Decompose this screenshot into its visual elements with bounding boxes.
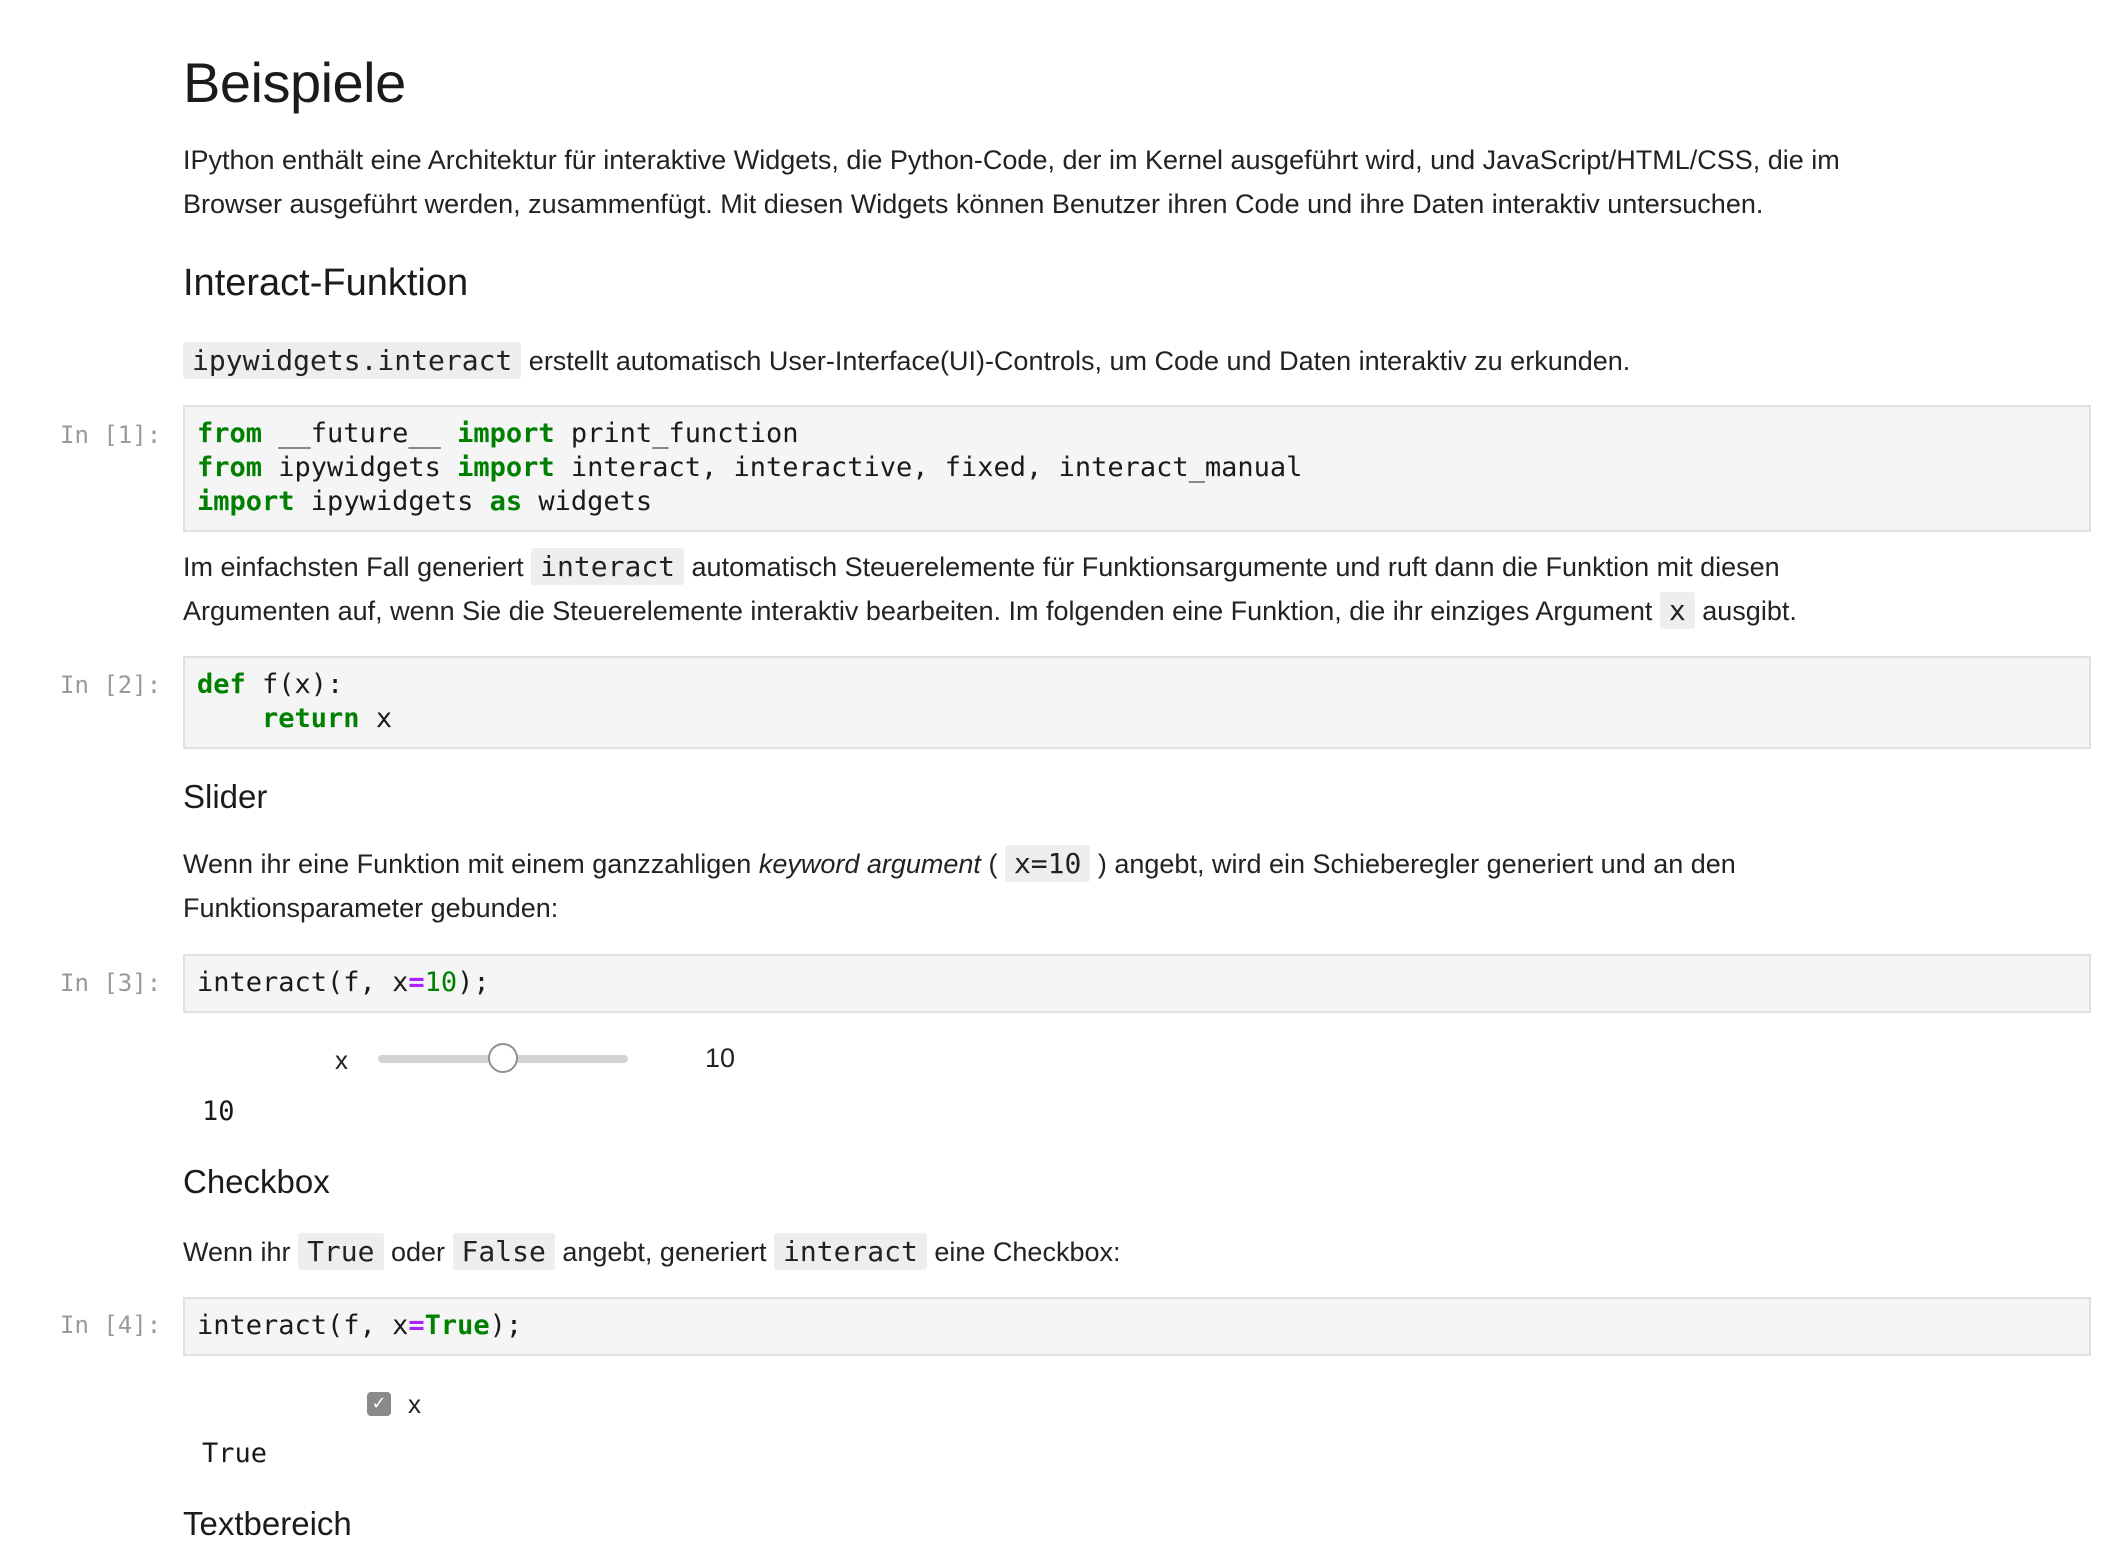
cell-prompt: In [2]: — [60, 671, 172, 699]
checkbox-description: Wenn ihr True oder False angebt, generie… — [183, 1230, 2053, 1274]
slider-heading: Slider — [183, 778, 2053, 816]
interact-explanation: Im einfachsten Fall generiert interact a… — [183, 545, 2053, 633]
textarea-heading: Textbereich — [183, 1505, 2053, 1543]
number-literal: 10 — [425, 967, 458, 998]
slider-handle[interactable] — [488, 1043, 518, 1073]
operator: = — [408, 967, 424, 998]
operator: = — [408, 1310, 424, 1341]
cell-prompt: In [1]: — [60, 421, 172, 449]
interact-section-heading-block: Interact-Funktion — [183, 262, 2053, 305]
code-cell-3[interactable]: interact(f, x=10); — [183, 954, 2091, 1013]
interact-description: ipywidgets.interact erstellt automatisch… — [183, 339, 2053, 383]
slider-description: Wenn ihr eine Funktion mit einem ganzzah… — [183, 842, 2053, 930]
keyword: as — [490, 486, 523, 517]
checkbox-checked-icon[interactable]: ✓ — [367, 1392, 391, 1416]
inline-code: interact — [774, 1233, 927, 1270]
inline-code: interact — [531, 548, 684, 585]
textarea-heading-block: Textbereich — [183, 1505, 2053, 1543]
intro-line-1: IPython enthält eine Architektur für int… — [183, 138, 2053, 182]
code-cell-2[interactable]: def f(x): return x — [183, 656, 2091, 749]
cell-prompt: In [4]: — [60, 1311, 172, 1339]
code-cell-4[interactable]: interact(f, x=True); — [183, 1297, 2091, 1356]
cell-output: True — [202, 1438, 267, 1469]
inline-code: x — [1660, 592, 1695, 629]
page-title-block: Beispiele — [183, 50, 2053, 115]
checkbox-heading: Checkbox — [183, 1163, 2053, 1201]
keyword: from — [197, 452, 262, 483]
slider-heading-block: Slider — [183, 778, 2053, 816]
cell-output: 10 — [202, 1096, 235, 1127]
code-cell-1[interactable]: from __future__ import print_function fr… — [183, 405, 2091, 532]
interact-description-text: erstellt automatisch User-Interface(UI)-… — [521, 346, 1630, 376]
slider-label: x — [335, 1045, 348, 1076]
keyword: import — [197, 486, 295, 517]
notebook: Beispiele IPython enthält eine Architekt… — [0, 0, 2116, 1562]
cell-prompt: In [3]: — [60, 969, 172, 997]
inline-code: ipywidgets.interact — [183, 342, 521, 379]
slider-readout[interactable]: 10 — [705, 1043, 735, 1074]
keyword: import — [457, 452, 555, 483]
checkbox-heading-block: Checkbox — [183, 1163, 2053, 1201]
interact-section-heading: Interact-Funktion — [183, 262, 2053, 305]
keyword: def — [197, 669, 246, 700]
checkbox-label[interactable]: x — [408, 1389, 421, 1420]
keyword: import — [457, 418, 555, 449]
keyword: True — [425, 1310, 490, 1341]
page-title: Beispiele — [183, 50, 2053, 115]
inline-code: True — [298, 1233, 383, 1270]
inline-code: x=10 — [1005, 845, 1090, 882]
keyword: return — [262, 703, 360, 734]
keyword: from — [197, 418, 262, 449]
intro-line-2: Browser ausgeführt werden, zusammenfügt.… — [183, 182, 2053, 226]
intro-paragraph: IPython enthält eine Architektur für int… — [183, 138, 2053, 226]
inline-code: False — [453, 1233, 555, 1270]
